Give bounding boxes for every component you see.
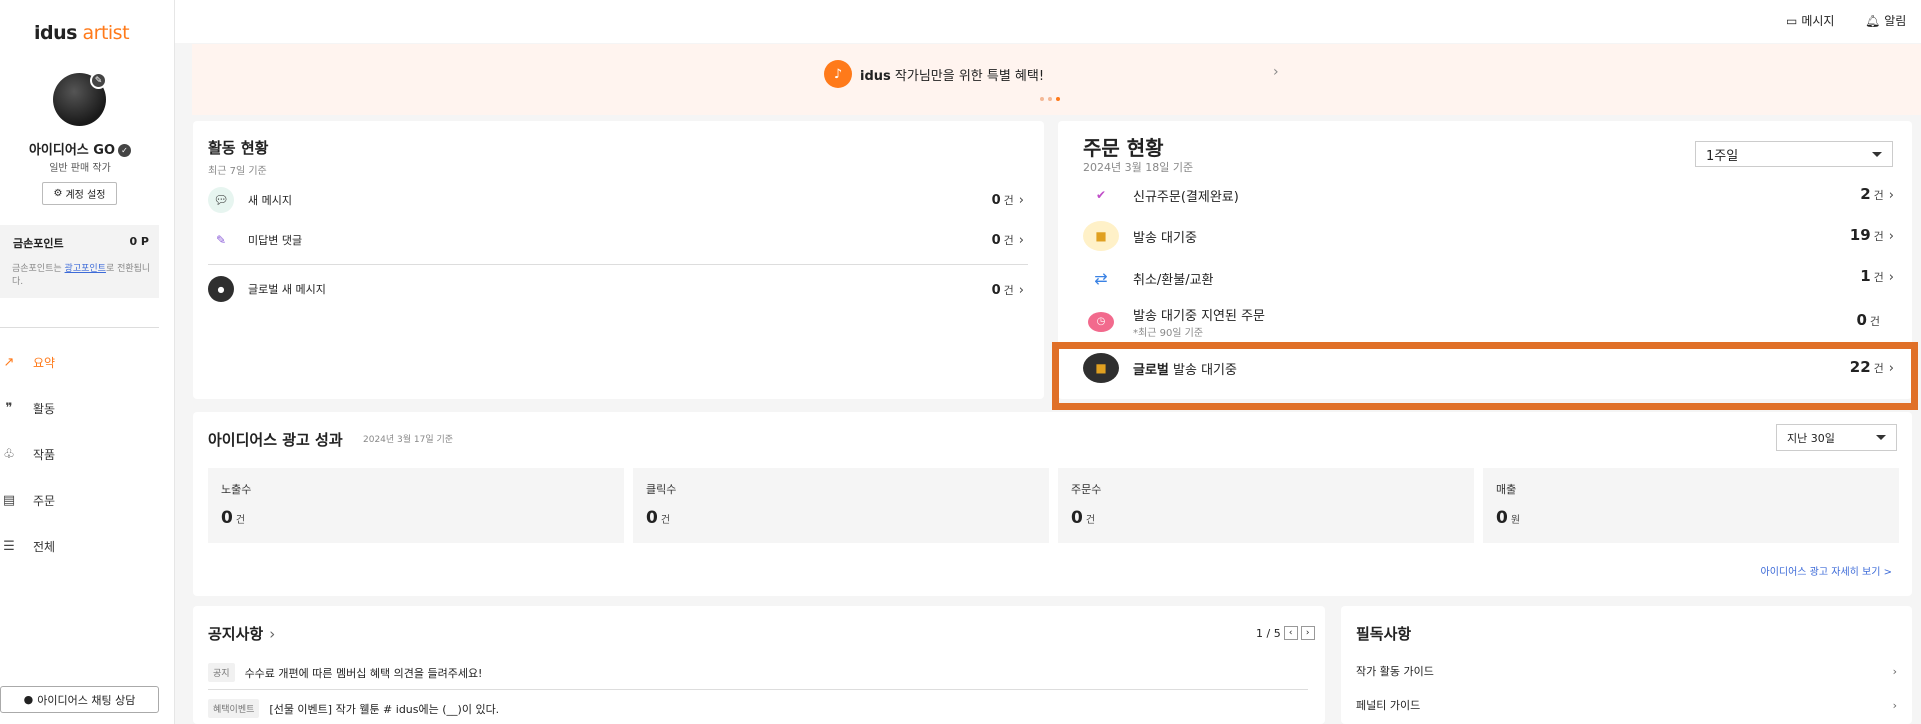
order-row-delayed[interactable]: ◷ 발송 대기중 지연된 주문 *최근 90일 기준 xyxy=(1083,305,1265,339)
caret-down-icon xyxy=(1876,435,1886,440)
topbar: ▭ 메시지 🔔︎ 알림 xyxy=(175,0,1921,43)
carousel-dot-active[interactable] xyxy=(1056,97,1060,101)
must-read-title: 필독사항 xyxy=(1356,625,1412,643)
order-row-waiting[interactable]: ■ 발송 대기중 xyxy=(1083,221,1197,251)
ads-stat-clicks: 클릭수 0건 xyxy=(633,468,1049,543)
activity-row-global-messages[interactable]: ● 글로벌 새 메시지 xyxy=(208,276,326,302)
pencil-icon: ✎ xyxy=(208,227,234,253)
chevron-right-icon: › xyxy=(1888,188,1894,203)
global-message-icon: ● xyxy=(208,276,234,302)
ads-detail-link[interactable]: 아이디어스 광고 자세히 보기 > xyxy=(1761,563,1893,578)
nav-item-all[interactable]: ☰ 전체 xyxy=(0,534,159,558)
order-count[interactable]: 19 건 › xyxy=(1850,226,1894,244)
order-row-cancel[interactable]: ⇄ 취소/환불/교환 xyxy=(1083,264,1214,292)
orders-subtitle: 2024년 3월 18일 기준 xyxy=(1083,161,1194,174)
activity-row-comments[interactable]: ✎ 미답변 댓글 xyxy=(208,227,302,253)
clock-icon: ◷ xyxy=(1083,308,1119,336)
sidebar: idus artist ✎ 아이디어스 GO ✓ 일반 판매 작가 ⚙ 계정 설정 … xyxy=(0,0,175,724)
ads-subtitle: 2024년 3월 17일 기준 xyxy=(363,435,454,445)
pencil-icon[interactable]: ✎ xyxy=(90,72,107,89)
notice-item[interactable]: 공지 수수료 개편에 따른 멤버십 혜택 의견을 들려주세요! xyxy=(208,663,482,682)
ads-stat-sales: 매출 0원 xyxy=(1483,468,1899,543)
receipt-icon: ▤ xyxy=(2,492,16,508)
idus-artist-logo[interactable]: idus artist xyxy=(34,22,130,44)
prev-page-button[interactable]: ‹ xyxy=(1283,626,1298,640)
chevron-right-icon: › xyxy=(269,625,276,643)
profile-name: 아이디어스 GO ✓ xyxy=(0,139,160,158)
chat-icon: ● xyxy=(23,693,34,706)
chat-consult-button[interactable]: ● 아이디어스 채팅 상담 xyxy=(0,686,159,713)
divider xyxy=(208,689,1308,690)
nav-item-works[interactable]: ♧ 작품 xyxy=(0,442,159,466)
activity-title: 활동 현황 xyxy=(208,139,269,157)
promo-banner[interactable]: ♪ idus 작가님만을 위한 특별 혜택! › xyxy=(192,44,1921,115)
swap-arrows-icon: ⇄ xyxy=(1083,264,1119,292)
quote-icon: ❞ xyxy=(5,400,13,416)
notices-pager: 1 / 5 ‹ › xyxy=(1256,626,1315,640)
must-read-item[interactable]: 페널티 가이드 › xyxy=(1356,697,1897,713)
points-label: 금손포인트 xyxy=(13,237,64,250)
gear-icon: ⚙ xyxy=(53,188,63,199)
ads-stat-impressions: 노출수 0건 xyxy=(208,468,624,543)
chevron-right-icon: › xyxy=(1892,698,1897,712)
notices-title[interactable]: 공지사항 › xyxy=(208,623,275,644)
must-read-card: 필독사항 작가 활동 가이드 › 페널티 가이드 › xyxy=(1341,606,1912,724)
plant-icon: ♧ xyxy=(3,446,15,462)
activity-count[interactable]: 0 건 › xyxy=(992,232,1024,248)
chevron-right-icon: › xyxy=(1888,270,1894,285)
alerts-link[interactable]: 🔔︎ 알림 xyxy=(1865,12,1906,29)
ads-title: 아이디어스 광고 성과 xyxy=(208,431,343,449)
order-count[interactable]: 2 건 › xyxy=(1860,185,1894,203)
chevron-right-icon: › xyxy=(1018,233,1024,248)
order-count[interactable]: 1 건 › xyxy=(1860,267,1894,285)
highlight-box xyxy=(1052,342,1918,410)
order-row-new[interactable]: ✔ 신규주문(결제완료) xyxy=(1083,181,1239,209)
nav-item-orders[interactable]: ▤ 주문 xyxy=(0,488,159,512)
notice-item[interactable]: 혜택이벤트 [선물 이벤트] 작가 웰툰 # idus에는 (__)이 있다. xyxy=(208,699,499,718)
activity-row-messages[interactable]: 💬︎ 새 메시지 xyxy=(208,187,292,213)
activity-subtitle: 최근 7일 기준 xyxy=(208,166,267,177)
bell-icon: ♪ xyxy=(824,60,852,88)
ad-points-link[interactable]: 광고포인트 xyxy=(65,264,106,274)
account-settings-button[interactable]: ⚙ 계정 설정 xyxy=(42,182,117,205)
banner-content: ♪ idus 작가님만을 위한 특별 혜택! xyxy=(824,60,1044,88)
divider xyxy=(208,264,1028,265)
divider xyxy=(0,327,159,328)
gift-check-icon: ✔ xyxy=(1083,181,1119,209)
orders-title: 주문 현황 xyxy=(1083,136,1164,160)
chevron-right-icon: › xyxy=(1888,229,1894,244)
next-page-button[interactable]: › xyxy=(1300,626,1315,640)
ads-period-select[interactable]: 지난 30일 xyxy=(1776,424,1897,451)
carousel-dot[interactable] xyxy=(1048,97,1052,101)
chevron-right-icon[interactable]: › xyxy=(1273,64,1279,80)
ads-stat-orders: 주문수 0건 xyxy=(1058,468,1474,543)
chevron-right-icon: › xyxy=(1018,283,1024,298)
points-panel: 금손포인트 0 P 금손포인트는 광고포인트로 전환됩니다. xyxy=(0,225,159,298)
activity-card: 활동 현황 최근 7일 기준 💬︎ 새 메시지 0 건 › ✎ 미답변 댓글 0 건 ›… xyxy=(193,121,1044,399)
must-read-item[interactable]: 작가 활동 가이드 › xyxy=(1356,663,1897,679)
box-icon: ■ xyxy=(1083,221,1119,251)
message-icon: ▭ xyxy=(1786,13,1798,28)
nav-item-activity[interactable]: ❞ 활동 xyxy=(0,396,159,420)
activity-count[interactable]: 0 건 › xyxy=(992,282,1024,298)
message-icon: 💬︎ xyxy=(208,187,234,213)
verified-icon: ✓ xyxy=(118,144,132,157)
order-count: 0건 xyxy=(1856,311,1880,329)
points-value: 0 P xyxy=(129,235,149,248)
caret-down-icon xyxy=(1872,151,1882,157)
menu-icon: ☰ xyxy=(3,538,15,554)
notices-card: 공지사항 › 1 / 5 ‹ › 공지 수수료 개편에 따른 멤버십 혜택 의견을 … xyxy=(193,606,1325,724)
carousel-dots xyxy=(1040,97,1060,101)
chevron-right-icon: › xyxy=(1018,193,1024,208)
nav-item-summary[interactable]: ↗ 요약 xyxy=(0,350,159,374)
bell-icon: 🔔︎ xyxy=(1865,13,1881,28)
profile-subtitle: 일반 판매 작가 xyxy=(49,163,111,174)
trend-icon: ↗ xyxy=(3,354,15,370)
orders-period-select[interactable]: 1주일 xyxy=(1695,141,1893,167)
points-note: 금손포인트는 광고포인트로 전환됩니다. xyxy=(12,264,151,287)
chevron-right-icon: › xyxy=(1892,664,1897,678)
messages-link[interactable]: ▭ 메시지 xyxy=(1786,12,1834,29)
activity-count[interactable]: 0 건 › xyxy=(992,192,1024,208)
carousel-dot[interactable] xyxy=(1040,97,1044,101)
